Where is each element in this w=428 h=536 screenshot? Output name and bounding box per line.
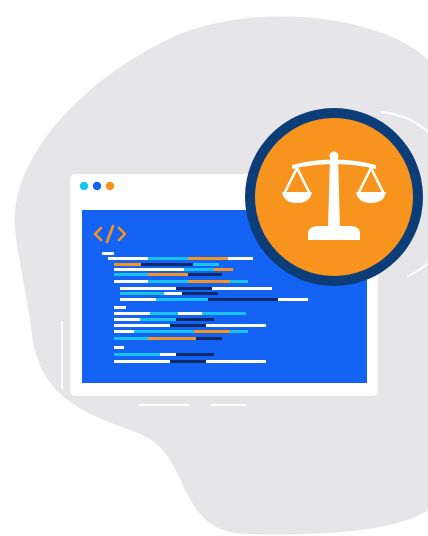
window-dot-cyan — [79, 181, 89, 191]
illustration-svg — [14, 16, 428, 535]
illustration — [0, 0, 428, 536]
window-dot-orange — [105, 181, 115, 191]
window-dot-blue — [92, 181, 102, 191]
